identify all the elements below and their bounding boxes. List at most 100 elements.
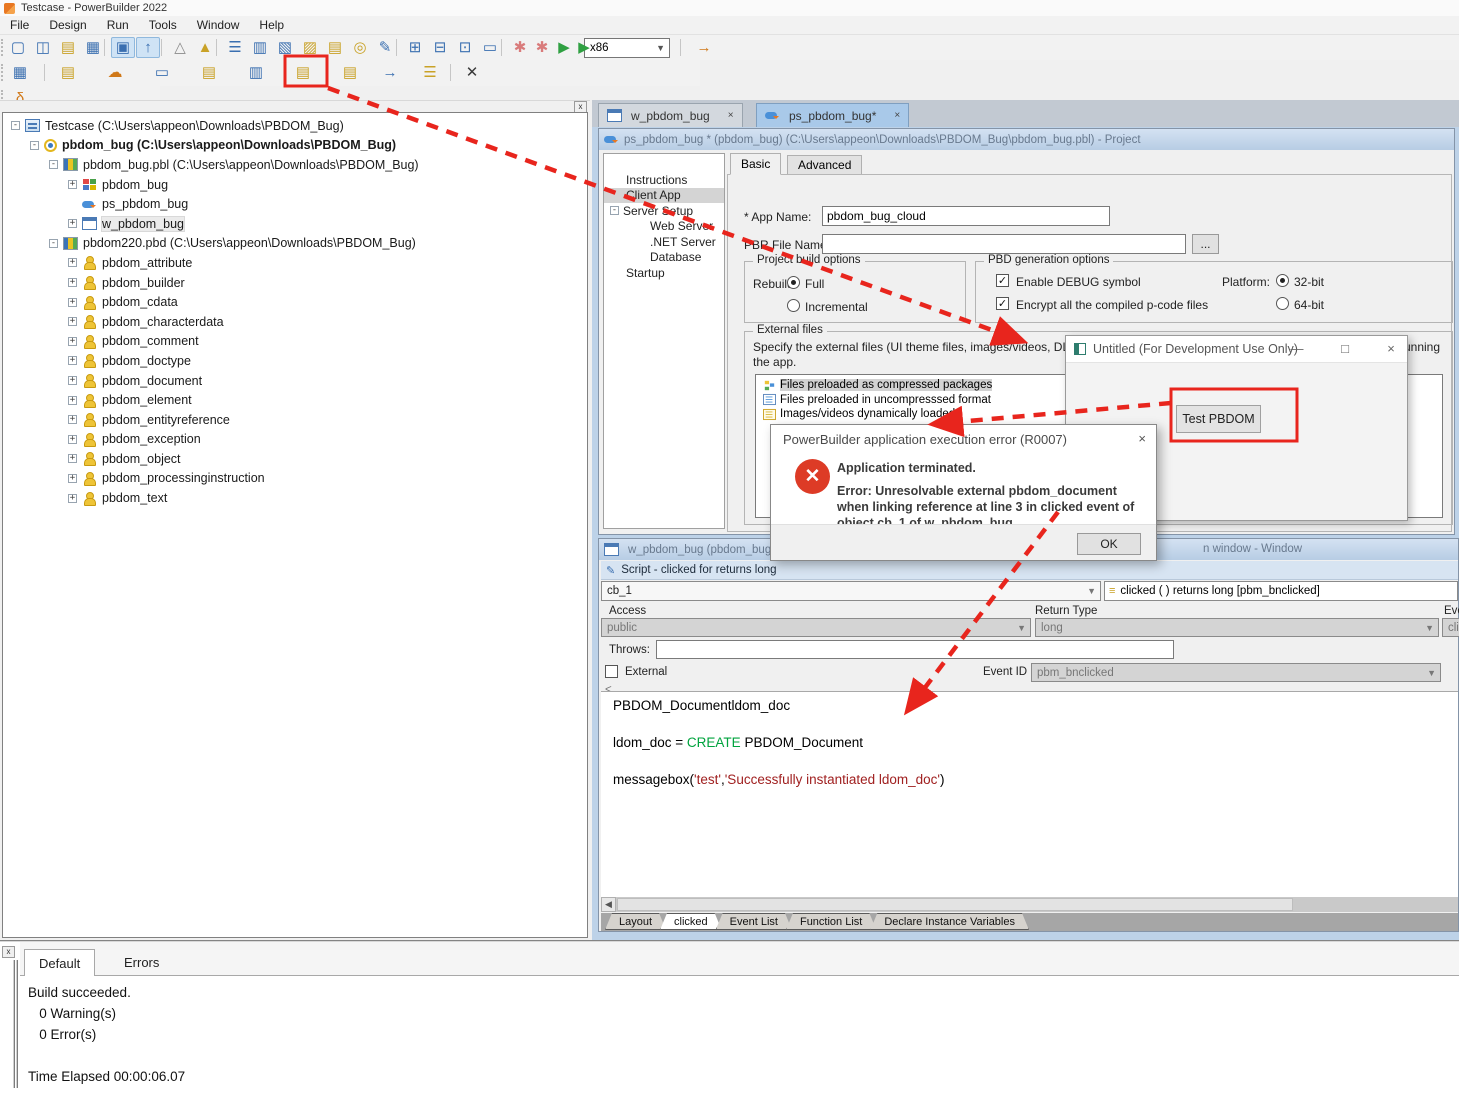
project-nav-database[interactable]: Database: [604, 250, 724, 266]
tree-item[interactable]: -pbdom_bug.pbl (C:\Users\appeon\Download…: [3, 155, 587, 175]
output-tab-errors[interactable]: Errors: [110, 949, 173, 976]
encrypt-checkbox[interactable]: [996, 297, 1009, 310]
test-pbdom-button[interactable]: Test PBDOM: [1176, 405, 1261, 433]
rebuild-full-radio[interactable]: [787, 276, 800, 289]
expand-icon[interactable]: +: [68, 278, 77, 287]
database-icon[interactable]: ◎: [348, 37, 372, 58]
tree-item[interactable]: -Testcase (C:\Users\appeon\Downloads\PBD…: [3, 116, 587, 136]
external-checkbox[interactable]: [605, 665, 618, 678]
app-name-input[interactable]: pbdom_bug_cloud: [822, 206, 1110, 226]
tree-item[interactable]: +pbdom_object: [3, 449, 587, 469]
throws-input[interactable]: [656, 640, 1174, 659]
cloud-upload-icon[interactable]: ☁: [103, 62, 127, 83]
expand-icon[interactable]: +: [68, 415, 77, 424]
project-window-titlebar[interactable]: ps_pbdom_bug * (pbdom_bug) (C:\Users\app…: [599, 129, 1454, 150]
tree-item[interactable]: +pbdom_attribute: [3, 253, 587, 273]
close-icon[interactable]: ×: [728, 110, 734, 121]
window-painter-icon[interactable]: ⊟: [428, 37, 452, 58]
project-nav-server-setup[interactable]: -Server Setup: [604, 203, 724, 219]
tree-item[interactable]: -pbdom_bug (C:\Users\appeon\Downloads\PB…: [3, 136, 587, 156]
output-tab-default[interactable]: Default: [24, 949, 95, 976]
tab-layout[interactable]: Layout: [605, 913, 666, 930]
project-nav-instructions[interactable]: Instructions: [604, 172, 724, 188]
maximize-button[interactable]: □: [1336, 341, 1354, 356]
expand-icon[interactable]: +: [68, 180, 77, 189]
event-prototype-box[interactable]: ≡ clicked ( ) returns long [pbm_bnclicke…: [1104, 581, 1458, 601]
form-list-icon[interactable]: ☰: [418, 62, 442, 83]
tree-item[interactable]: +pbdom_document: [3, 371, 587, 391]
open-icon[interactable]: ▤: [56, 37, 80, 58]
close-icon[interactable]: ×: [894, 110, 900, 121]
tree-item[interactable]: +pbdom_builder: [3, 273, 587, 293]
expand-icon[interactable]: +: [68, 258, 77, 267]
tree-item[interactable]: +w_pbdom_bug: [3, 214, 587, 234]
expand-icon[interactable]: +: [68, 317, 77, 326]
debug-symbol-checkbox[interactable]: [996, 274, 1009, 287]
save-icon[interactable]: ▦: [8, 62, 32, 83]
collapse-icon[interactable]: -: [610, 206, 619, 215]
menu-run[interactable]: Run: [97, 17, 139, 33]
close-toolbar-icon[interactable]: ✕: [460, 62, 484, 83]
deploy-workspace-icon[interactable]: ↑: [136, 37, 160, 58]
expand-icon[interactable]: +: [68, 337, 77, 346]
expand-icon[interactable]: +: [68, 356, 77, 365]
tree-item[interactable]: +pbdom_processinginstruction: [3, 469, 587, 489]
minimize-button[interactable]: —: [1288, 341, 1306, 356]
object-combo[interactable]: cb_1 ▼: [601, 581, 1101, 601]
library-painter-icon[interactable]: ▦: [81, 37, 105, 58]
tree-item[interactable]: -pbdom220.pbd (C:\Users\appeon\Downloads…: [3, 234, 587, 254]
expand-icon[interactable]: +: [68, 454, 77, 463]
expand-icon[interactable]: +: [68, 396, 77, 405]
tab-clicked[interactable]: clicked: [660, 913, 722, 930]
platform-64bit-radio[interactable]: [1276, 297, 1289, 310]
event-name-combo[interactable]: clic: [1442, 618, 1459, 637]
folder-config-icon[interactable]: ▤: [56, 62, 80, 83]
close-button[interactable]: ×: [1382, 341, 1400, 356]
platform-32bit-radio[interactable]: [1276, 274, 1289, 287]
datawindow-icon[interactable]: ⊡: [453, 37, 477, 58]
menu-tools[interactable]: Tools: [139, 17, 187, 33]
event-id-combo[interactable]: pbm_bnclicked ▼: [1031, 663, 1441, 682]
horizontal-scrollbar[interactable]: ◀: [601, 897, 1458, 912]
todo-list-icon[interactable]: ☰: [223, 37, 247, 58]
clip-window-icon[interactable]: ▧: [273, 37, 297, 58]
menu-window[interactable]: Window: [187, 17, 250, 33]
pbr-browse-button[interactable]: ...: [1192, 234, 1219, 254]
tab-w_pbdom_bug[interactable]: w_pbdom_bug×: [598, 103, 743, 127]
script-view-header[interactable]: ✎ Script - clicked for returns long: [601, 561, 1458, 580]
tree-item[interactable]: +pbdom_exception: [3, 430, 587, 450]
scrollbar-thumb[interactable]: [617, 898, 1293, 911]
tree-item[interactable]: +pbdom_text: [3, 488, 587, 508]
return-type-combo[interactable]: long ▼: [1035, 618, 1439, 637]
project-nav--net-server[interactable]: .NET Server: [604, 234, 724, 250]
page-copy-icon[interactable]: ▥: [244, 62, 268, 83]
access-combo[interactable]: public ▼: [601, 618, 1031, 637]
inherit-icon[interactable]: ◫: [31, 37, 55, 58]
expand-icon[interactable]: +: [68, 219, 77, 228]
tab-declare-instance-variables[interactable]: Declare Instance Variables: [870, 913, 1029, 930]
next-painter-icon[interactable]: ▲: [193, 37, 217, 58]
expand-icon[interactable]: +: [68, 435, 77, 444]
panel-splitter-handle[interactable]: [13, 960, 18, 1088]
project-nav-web-server[interactable]: Web Server: [604, 219, 724, 235]
expand-icon[interactable]: +: [68, 494, 77, 503]
collapse-icon[interactable]: -: [49, 160, 58, 169]
menu-file[interactable]: File: [0, 17, 39, 33]
select-debug-icon[interactable]: ✱: [530, 37, 554, 58]
exit-icon[interactable]: →: [692, 37, 716, 58]
expand-icon[interactable]: +: [68, 376, 77, 385]
export-icon[interactable]: →: [378, 62, 402, 83]
rebuild-incremental-radio[interactable]: [787, 299, 800, 312]
previous-painter-icon[interactable]: △: [168, 37, 192, 58]
tree-item[interactable]: +pbdom_bug: [3, 175, 587, 195]
output-window-icon[interactable]: ▨: [298, 37, 322, 58]
ok-button[interactable]: OK: [1077, 533, 1141, 555]
edit-icon[interactable]: ✎: [373, 37, 397, 58]
tree-item[interactable]: +pbdom_characterdata: [3, 312, 587, 332]
tree-item[interactable]: +pbdom_cdata: [3, 292, 587, 312]
tab-ps_pbdom_bug[interactable]: ps_pbdom_bug*×: [756, 103, 909, 127]
deploy-project-icon[interactable]: ▤: [291, 62, 315, 83]
tree-item[interactable]: +ps_pbdom_bug: [3, 194, 587, 214]
collapse-icon[interactable]: -: [11, 121, 20, 130]
function-painter-icon[interactable]: ▭: [478, 37, 502, 58]
